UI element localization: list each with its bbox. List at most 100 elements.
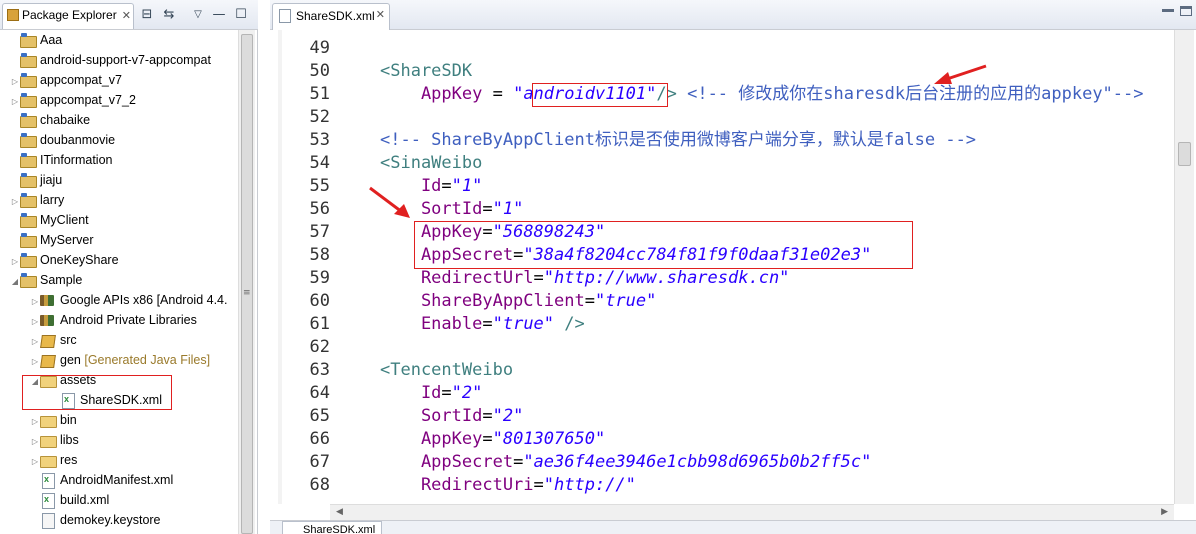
project-tree[interactable]: Aaa android-support-v7-appcompat ▷ appcompa… — [0, 30, 238, 534]
tree-item[interactable]: ◢ assets — [30, 370, 96, 390]
code-line[interactable]: 57 AppKey="568898243" — [290, 221, 606, 244]
code-line[interactable]: 66 AppKey="801307650" — [290, 428, 606, 451]
expand-toggle-icon[interactable]: ▷ — [10, 252, 20, 272]
expand-toggle-icon[interactable]: ▷ — [30, 412, 40, 432]
code-line[interactable]: 58 AppSecret="38a4f8204cc784f81f9f0daaf3… — [290, 244, 872, 267]
maximize-icon[interactable]: ☐ — [233, 7, 249, 23]
code-line[interactable]: 67 AppSecret="ae36f4ee3946e1cbb98d6965b0… — [290, 451, 872, 474]
package-explorer-header: Package Explorer ✕ ⊟ ⇆ ▽ — ☐ — [0, 0, 258, 30]
code-token: = — [513, 245, 524, 265]
tree-item-label: Aaa — [40, 33, 63, 47]
collapse-all-icon[interactable]: ⊟ — [139, 7, 155, 23]
code-area[interactable]: 49 50 <ShareSDK 51 AppKey = "androidv1101"/… — [290, 30, 1174, 504]
tree-item-label: ShareSDK.xml — [80, 393, 162, 407]
expand-toggle-icon[interactable]: ▷ — [30, 452, 40, 472]
scroll-left-icon[interactable]: ◀ — [336, 507, 343, 517]
expand-toggle-icon[interactable]: ▷ — [10, 92, 20, 112]
code-token: = — [441, 176, 452, 196]
code-line[interactable]: 54 <SinaWeibo — [290, 152, 483, 175]
minimize-icon[interactable] — [1162, 9, 1174, 12]
editor-scrollbar-thumb[interactable] — [1178, 142, 1191, 166]
code-line[interactable]: 53 <!-- ShareByAppClient标识是否使用微博客户端分享，默认是… — [290, 129, 977, 152]
expand-toggle-icon[interactable]: ▷ — [30, 312, 40, 332]
code-token: = — [533, 268, 544, 288]
tree-item[interactable]: ITinformation — [10, 150, 112, 170]
code-line[interactable]: 56 SortId="1" — [290, 198, 524, 221]
tree-item-label: Google APIs x86 [Android 4.4. — [60, 293, 228, 307]
code-token: Enable — [380, 314, 483, 334]
tree-item[interactable]: ShareSDK.xml — [50, 390, 162, 410]
expand-toggle-icon[interactable]: ▷ — [30, 352, 40, 372]
tree-item[interactable]: android-support-v7-appcompat — [10, 50, 211, 70]
code-line[interactable]: 51 AppKey = "androidv1101"/> <!-- 修改成你在s… — [290, 83, 1144, 106]
code-line[interactable]: 59 RedirectUrl="http://www.sharesdk.cn" — [290, 267, 790, 290]
tree-item[interactable]: ▷ libs — [30, 430, 79, 450]
line-text: ShareByAppClient="true" — [380, 290, 656, 313]
tree-item[interactable]: doubanmovie — [10, 130, 115, 150]
tab-sharesdk-xml[interactable]: ShareSDK.xml ✕ — [272, 3, 390, 30]
code-line[interactable]: 52 — [290, 106, 330, 129]
code-line[interactable]: 50 <ShareSDK — [290, 60, 473, 83]
close-icon[interactable]: ✕ — [122, 9, 131, 22]
tree-item-label: larry — [40, 193, 65, 207]
tree-scrollbar[interactable]: ≡ — [238, 30, 255, 534]
link-with-editor-icon[interactable]: ⇆ — [161, 7, 177, 23]
tree-item[interactable]: demokey.keystore — [30, 510, 161, 530]
tree-item[interactable]: MyClient — [10, 210, 89, 230]
package-icon — [40, 353, 56, 367]
code-token: = — [441, 383, 452, 403]
code-line[interactable]: 63 <TencentWeibo — [290, 359, 514, 382]
tree-item[interactable]: ▷ Android Private Libraries — [30, 310, 197, 330]
tree-item[interactable]: ▷ bin — [30, 410, 77, 430]
code-line[interactable]: 49 — [290, 37, 330, 60]
scroll-right-icon[interactable]: ▶ — [1161, 507, 1168, 517]
tree-item[interactable]: ▷ appcompat_v7 — [10, 70, 122, 90]
tree-item[interactable]: ▷ Google APIs x86 [Android 4.4. — [30, 290, 228, 312]
folder-icon — [40, 413, 57, 428]
editor-vertical-scrollbar[interactable] — [1174, 30, 1194, 504]
tree-item[interactable]: AndroidManifest.xml — [30, 470, 173, 490]
tree-item[interactable]: ▷ gen [Generated Java Files] — [30, 350, 210, 370]
expand-toggle-icon[interactable]: ▷ — [10, 72, 20, 92]
line-number: 54 — [309, 153, 330, 173]
code-line[interactable]: 64 Id="2" — [290, 382, 483, 405]
code-line[interactable]: 65 SortId="2" — [290, 405, 524, 428]
view-menu-icon[interactable]: ▽ — [190, 7, 206, 23]
tree-item-label: ITinformation — [40, 153, 113, 167]
expand-toggle-icon[interactable]: ▷ — [30, 432, 40, 452]
tree-item[interactable]: jiaju — [10, 170, 62, 190]
line-text: AppKey="568898243" — [380, 221, 605, 244]
xml-editor: ShareSDK.xml ✕ 49 50 <ShareSDK 51 AppKey = … — [270, 0, 1196, 534]
editor-horizontal-scrollbar[interactable]: ◀ ▶ — [330, 504, 1174, 520]
code-line[interactable]: 61 Enable="true" /> — [290, 313, 585, 336]
bottom-tab-source[interactable]: ShareSDK.xml — [282, 521, 383, 534]
expand-toggle-icon[interactable]: ▷ — [10, 192, 20, 212]
tree-item[interactable]: chabaike — [10, 110, 90, 130]
tree-item[interactable]: ▷ larry — [10, 190, 64, 210]
line-number: 63 — [309, 360, 330, 380]
maximize-icon[interactable] — [1180, 6, 1192, 16]
minimize-icon[interactable]: — — [211, 7, 227, 23]
tree-item-label: gen — [60, 353, 81, 367]
tree-item[interactable]: MyServer — [10, 230, 93, 250]
package-explorer-tab[interactable]: Package Explorer ✕ — [2, 3, 134, 29]
tree-item[interactable]: ▷ OneKeyShare — [10, 250, 119, 270]
code-line[interactable]: 55 Id="1" — [290, 175, 483, 198]
code-line[interactable]: 60 ShareByAppClient="true" — [290, 290, 657, 313]
code-line[interactable]: 62 — [290, 336, 330, 359]
tree-item[interactable]: Aaa — [10, 30, 62, 50]
close-tab-icon[interactable]: ✕ — [376, 8, 385, 21]
expand-toggle-icon[interactable]: ◢ — [10, 272, 20, 292]
tree-item[interactable]: ▷ res — [30, 450, 77, 470]
folder-icon — [40, 453, 57, 468]
code-line[interactable]: 68 RedirectUri="http://" — [290, 474, 636, 497]
expand-toggle-icon[interactable]: ▷ — [30, 332, 40, 352]
tree-item[interactable]: ◢ Sample — [10, 270, 82, 290]
tree-item[interactable]: build.xml — [30, 490, 109, 510]
code-token: AppSecret — [380, 452, 514, 472]
expand-toggle-icon[interactable]: ◢ — [30, 372, 40, 392]
tree-scrollbar-thumb[interactable] — [241, 34, 253, 534]
expand-toggle-icon[interactable]: ▷ — [30, 292, 40, 312]
tree-item[interactable]: ▷ appcompat_v7_2 — [10, 90, 136, 110]
tree-item[interactable]: ▷ src — [30, 330, 77, 350]
